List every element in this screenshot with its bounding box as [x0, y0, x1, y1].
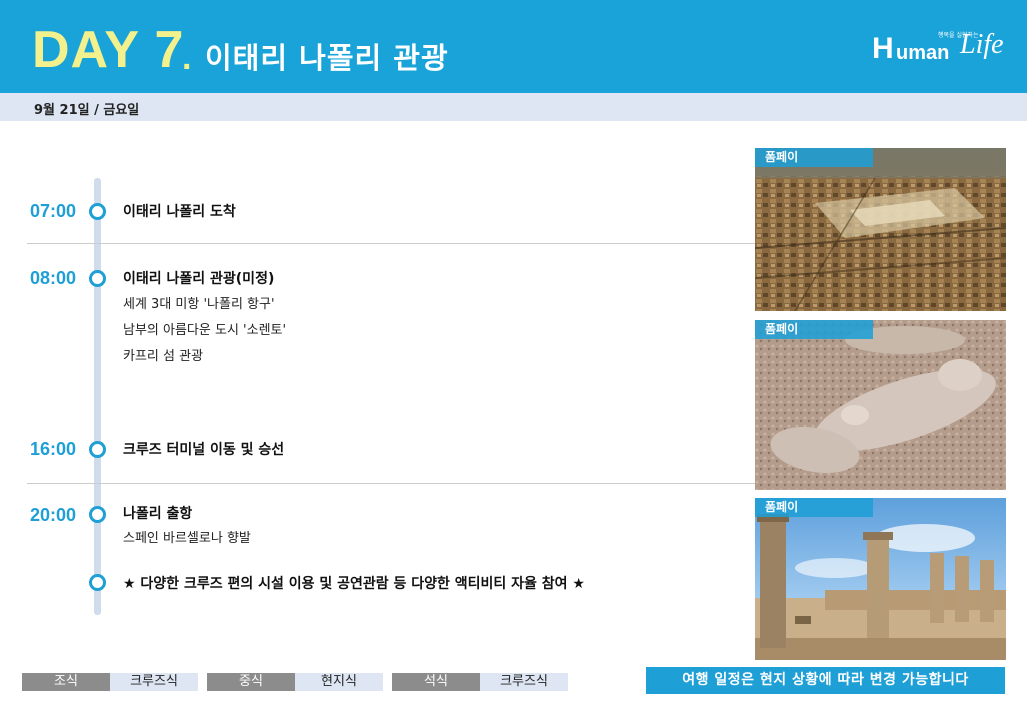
- meal-breakfast-value: 크루즈식: [110, 673, 198, 691]
- header-banner: DAY 7 . 이태리 나폴리 관광 행복을 실현하는 H uman Life: [0, 0, 1027, 93]
- pompeii-aerial-photo: 폼페이: [755, 148, 1006, 311]
- timeline-node-icon: [89, 203, 106, 220]
- timeline-event-detail: 세계 3대 미항 '나폴리 항구': [123, 297, 275, 312]
- schedule-change-notice: 여행 일정은 현지 상황에 따라 변경 가능합니다: [646, 667, 1005, 694]
- timeline-event-detail: 카프리 섬 관광: [123, 349, 204, 364]
- logo-word-uman: uman: [896, 42, 950, 64]
- section-divider: [27, 243, 755, 244]
- timeline-time: 07:00: [30, 201, 77, 221]
- timeline-event-title: 나폴리 출항: [123, 506, 193, 522]
- section-divider: [27, 483, 755, 484]
- photo-caption: 폼페이: [755, 148, 873, 167]
- photo-caption: 폼페이: [755, 320, 873, 339]
- timeline-node-icon: [89, 441, 106, 458]
- timeline-time: 16:00: [30, 439, 77, 459]
- timeline-node-icon: [89, 574, 106, 591]
- pompeii-aerial-image: [755, 148, 1006, 311]
- timeline-event-title: 크루즈 터미널 이동 및 승선: [123, 442, 285, 458]
- logo-letter-h: H: [872, 32, 894, 65]
- pompeii-casts-image: [755, 320, 1006, 490]
- timeline-event-title: 이태리 나폴리 도착: [123, 204, 236, 220]
- pompeii-columns-image: [755, 498, 1006, 660]
- date-bar: 9월 21일 / 금요일: [0, 93, 1027, 121]
- meal-lunch-label: 중식: [207, 673, 295, 691]
- pompeii-casts-photo: 폼페이: [755, 320, 1006, 490]
- pompeii-columns-photo: 폼페이: [755, 498, 1006, 660]
- human-life-logo: 행복을 실현하는 H uman Life: [872, 22, 1012, 72]
- timeline-time: 08:00: [30, 268, 77, 288]
- meal-dinner-value: 크루즈식: [480, 673, 568, 691]
- timeline-node-icon: [89, 270, 106, 287]
- day-separator: .: [182, 39, 192, 77]
- logo-word-life: Life: [960, 29, 1004, 60]
- timeline-time: 20:00: [30, 505, 77, 525]
- meal-lunch-value: 현지식: [295, 673, 383, 691]
- timeline-event-detail: 스페인 바르셀로나 향발: [123, 531, 251, 546]
- day-number: DAY 7: [32, 21, 185, 79]
- timeline-event-detail: 남부의 아름다운 도시 '소렌토': [123, 323, 287, 338]
- timeline-node-icon: [89, 506, 106, 523]
- page-title: 이태리 나폴리 관광: [205, 41, 449, 75]
- timeline-event-title: ★ 다양한 크루즈 편의 시설 이용 및 공연관람 등 다양한 액티비티 자율 …: [123, 576, 585, 592]
- timeline-event-title: 이태리 나폴리 관광(미정): [123, 271, 275, 287]
- photo-caption: 폼페이: [755, 498, 873, 517]
- meal-dinner-label: 석식: [392, 673, 480, 691]
- meal-breakfast-label: 조식: [22, 673, 110, 691]
- date-label: 9월 21일 / 금요일: [34, 103, 140, 118]
